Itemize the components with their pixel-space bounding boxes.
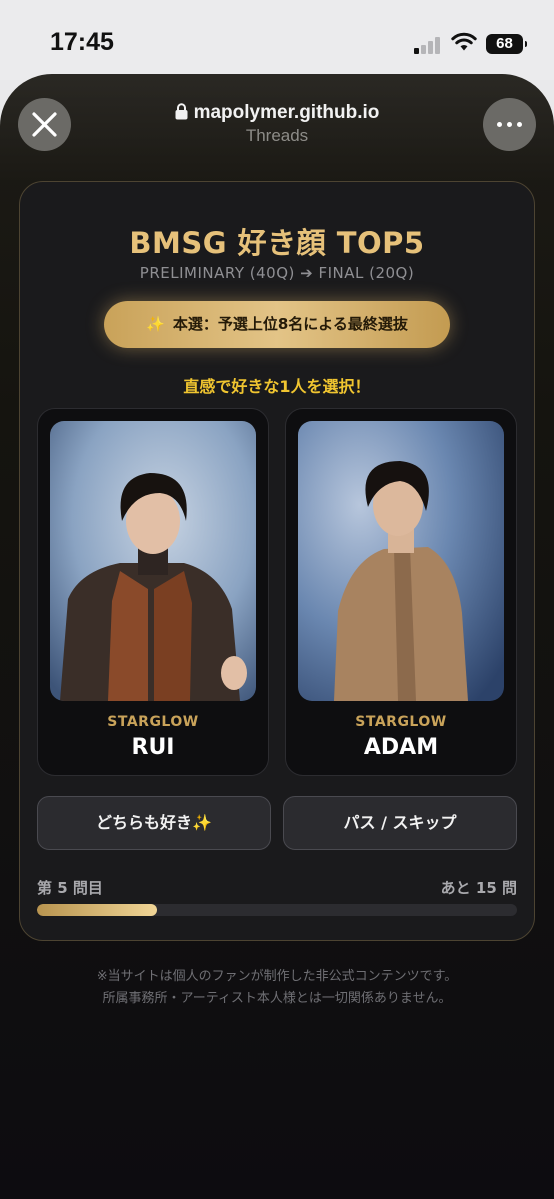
sparkle-icon: ✨ [146, 315, 165, 333]
url-text: mapolymer.github.io [193, 102, 380, 123]
quiz-title: BMSG 好き顔 TOP5 [129, 226, 425, 260]
source-app: Threads [245, 126, 309, 145]
url-bar[interactable]: mapolymer.github.io [0, 102, 554, 124]
stage-badge: ✨ 本選：予選上位8名による最終選抜 [104, 301, 450, 348]
status-bar: 17:45 68 [0, 0, 554, 80]
choice-card-right[interactable]: STARGLOW ADAM [285, 408, 517, 776]
more-button[interactable] [483, 98, 536, 151]
member-group: STARGLOW [107, 714, 199, 730]
wifi-icon [451, 32, 477, 51]
status-time: 17:45 [50, 28, 114, 56]
progress-bar [37, 904, 517, 916]
progress-remaining: あと 15 問 [440, 879, 517, 897]
member-photo [298, 421, 504, 701]
more-icon [497, 122, 502, 127]
disclaimer-line-2: 所属事務所・アーティスト本人様とは一切関係ありません。 [102, 991, 452, 1006]
member-photo [50, 421, 256, 701]
both-liked-button[interactable]: どちらも好き✨ [37, 796, 271, 850]
battery-icon: 68 [486, 34, 527, 54]
choice-card-left[interactable]: STARGLOW RUI [37, 408, 269, 776]
progress-fill [37, 904, 157, 916]
disclaimer-line-1: ※当サイトは個人のファンが制作した非公式コンテンツです。 [96, 969, 458, 984]
lock-icon [175, 103, 188, 120]
quiz-card: BMSG 好き顔 TOP5 PRELIMINARY (40Q) ➔ FINAL … [19, 181, 535, 941]
member-name: RUI [131, 735, 175, 760]
disclaimer: ※当サイトは個人のファンが制作した非公式コンテンツです。 所属事務所・アーティス… [0, 966, 554, 1010]
member-group: STARGLOW [355, 714, 447, 730]
signal-icon [414, 36, 442, 54]
progress-current: 第 5 問目 [37, 879, 103, 897]
quiz-prompt: 直感で好きな1人を選択！ [183, 377, 371, 396]
browser-sheet: mapolymer.github.io Threads BMSG 好き顔 TOP… [0, 74, 554, 1199]
skip-button[interactable]: パス / スキップ [283, 796, 517, 850]
member-name: ADAM [363, 735, 439, 760]
stage-badge-label: 本選：予選上位8名による最終選抜 [172, 315, 408, 333]
quiz-subtitle: PRELIMINARY (40Q) ➔ FINAL (20Q) [139, 264, 415, 282]
